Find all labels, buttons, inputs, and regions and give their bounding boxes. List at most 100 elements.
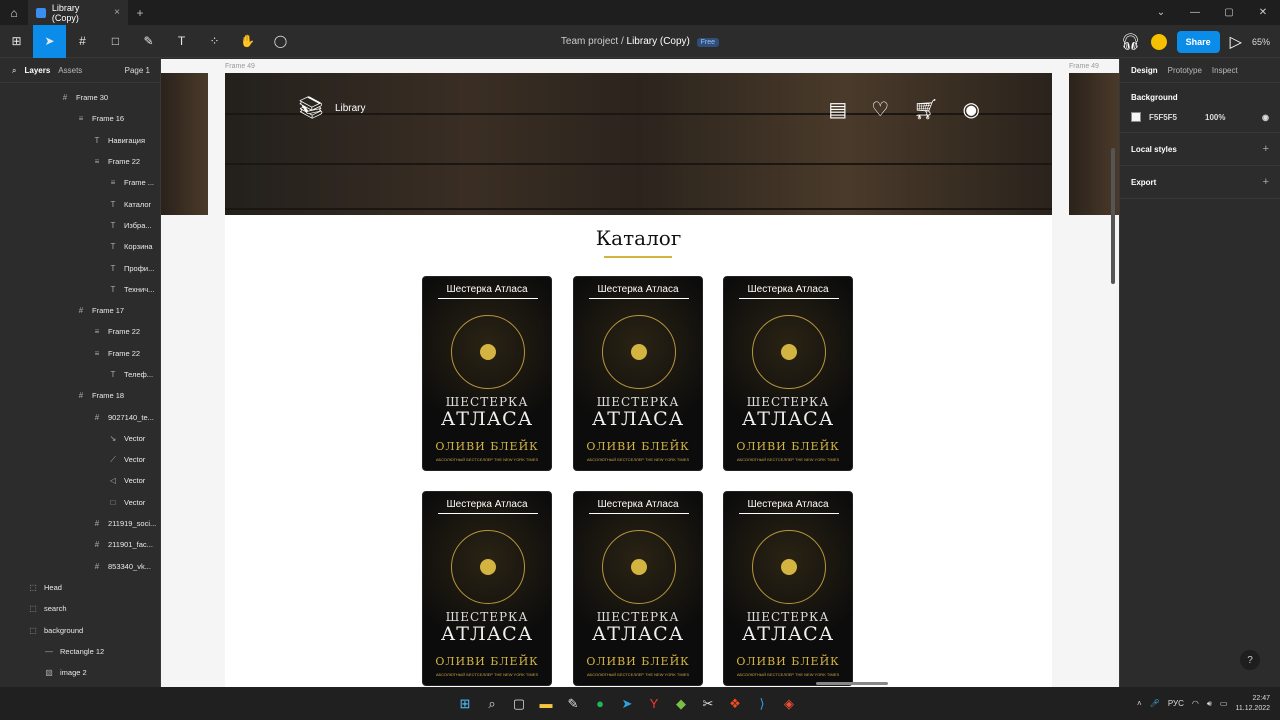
layer-row[interactable]: T Технич...: [0, 279, 160, 300]
layer-row[interactable]: T Профи...: [0, 257, 160, 278]
book-card[interactable]: Шестерка Атласа ШЕСТЕРКА АТЛАСА ОЛИВИ БЛЕЙК…: [573, 491, 703, 686]
tab-prototype[interactable]: Prototype: [1168, 66, 1202, 75]
bg-hex[interactable]: F5F5F5: [1149, 113, 1177, 122]
layer-row[interactable]: ≡ Frame 22: [0, 321, 160, 342]
bg-opacity[interactable]: 100%: [1205, 113, 1225, 122]
battery-icon[interactable]: ▭: [1220, 699, 1228, 708]
mic-icon[interactable]: 🎤︎: [1150, 699, 1160, 708]
hand-tool-icon[interactable]: ✋: [231, 25, 264, 58]
layer-row[interactable]: # Frame 30: [0, 87, 160, 108]
home-icon[interactable]: ⌂: [0, 0, 28, 25]
layer-row[interactable]: ≡ Frame 22: [0, 151, 160, 172]
breadcrumb-file[interactable]: Library (Copy): [627, 36, 690, 47]
canvas[interactable]: Frame 49 Frame 49 📚︎ Library ▤ ♡ 🛒︎ ◉ Ка…: [161, 59, 1119, 687]
tab-assets[interactable]: Assets: [58, 66, 82, 75]
telegram-icon[interactable]: ➤: [618, 696, 636, 712]
yandex-browser-icon[interactable]: Y: [645, 696, 663, 711]
app-icon[interactable]: ◆: [672, 696, 690, 712]
layer-row[interactable]: ⬚ background: [0, 619, 160, 640]
add-style-button[interactable]: +: [1263, 143, 1269, 155]
file-explorer-icon[interactable]: ▬: [537, 696, 555, 711]
layer-row[interactable]: T Телеф...: [0, 364, 160, 385]
tab-inspect[interactable]: Inspect: [1212, 66, 1238, 75]
resources-icon[interactable]: ⁘: [198, 25, 231, 58]
headphones-icon[interactable]: 🎧︎: [1120, 32, 1140, 52]
layer-row[interactable]: ≡ Frame 22: [0, 343, 160, 364]
layer-row[interactable]: ▧ image 2: [0, 662, 160, 683]
page-selector[interactable]: Page 1: [125, 66, 150, 75]
layer-row[interactable]: ≡ Frame ...: [0, 172, 160, 193]
layer-row[interactable]: # Frame 18: [0, 385, 160, 406]
layer-row[interactable]: #853340_vk...: [0, 556, 160, 577]
figma-icon[interactable]: ❖: [726, 696, 744, 712]
layer-row[interactable]: ↘ Vector: [0, 428, 160, 449]
layer-row[interactable]: □ Vector: [0, 492, 160, 513]
layer-row[interactable]: ◁ Vector: [0, 470, 160, 491]
adjacent-frame-left[interactable]: [161, 73, 208, 215]
cart-icon[interactable]: 🛒︎: [913, 97, 938, 122]
text-tool-icon[interactable]: T: [165, 25, 198, 58]
rectangle-tool-icon[interactable]: □: [99, 25, 132, 58]
chevron-up-icon[interactable]: ˄: [1137, 699, 1142, 708]
git-icon[interactable]: ◈: [780, 696, 798, 712]
volume-icon[interactable]: 🔊︎: [1207, 699, 1212, 709]
catalog-icon[interactable]: ▤: [828, 97, 847, 122]
layer-row[interactable]: # Frame 17: [0, 300, 160, 321]
breadcrumb-team[interactable]: Team project: [561, 36, 618, 47]
layer-row[interactable]: T Каталог: [0, 193, 160, 214]
frame-tool-icon[interactable]: #: [66, 25, 99, 58]
close-tab-icon[interactable]: ×: [114, 7, 120, 18]
close-window-button[interactable]: ✕: [1246, 7, 1280, 18]
tab-design[interactable]: Design: [1131, 66, 1158, 75]
layer-row[interactable]: #211919_soci...: [0, 513, 160, 534]
search-icon[interactable]: ⌕: [12, 66, 16, 76]
task-view-icon[interactable]: ▢: [510, 696, 528, 712]
wifi-icon[interactable]: ◠: [1192, 699, 1199, 708]
language-indicator[interactable]: РУС: [1168, 699, 1184, 708]
horizontal-scrollbar[interactable]: [816, 682, 888, 685]
vscode-icon[interactable]: ⟩: [753, 696, 771, 712]
paint-icon[interactable]: ✎: [564, 696, 582, 712]
search-icon[interactable]: ⌕: [483, 696, 501, 712]
move-tool-icon[interactable]: ➤: [33, 24, 66, 58]
pen-tool-icon[interactable]: ✎: [132, 25, 165, 58]
layer-row[interactable]: #211901_fac...: [0, 534, 160, 555]
vertical-scrollbar[interactable]: [1111, 148, 1115, 284]
maximize-button[interactable]: ▢: [1212, 7, 1246, 18]
zoom-level[interactable]: 65%: [1252, 37, 1270, 47]
windows-start-icon[interactable]: ⊞: [456, 696, 474, 712]
heart-icon[interactable]: ♡: [871, 97, 889, 122]
tab-layers[interactable]: Layers: [24, 66, 50, 75]
layer-row[interactable]: ⬚ Head: [0, 577, 160, 598]
book-card[interactable]: Шестерка Атласа ШЕСТЕРКА АТЛАСА ОЛИВИ БЛЕЙК…: [422, 491, 552, 686]
help-button[interactable]: ?: [1240, 650, 1260, 670]
share-button[interactable]: Share: [1176, 30, 1220, 53]
book-card[interactable]: Шестерка Атласа ШЕСТЕРКА АТЛАСА ОЛИВИ БЛЕЙК…: [723, 276, 853, 471]
book-card[interactable]: Шестерка Атласа ШЕСТЕРКА АТЛАСА ОЛИВИ БЛЕЙК…: [573, 276, 703, 471]
eye-icon[interactable]: ◉: [1262, 113, 1269, 122]
layer-row[interactable]: T Навигация: [0, 130, 160, 151]
profile-icon[interactable]: ◉: [963, 97, 980, 122]
clock[interactable]: 22:47 11.12.2022: [1235, 694, 1270, 714]
main-menu-icon[interactable]: ⊞: [0, 25, 33, 58]
layer-row[interactable]: T Корзина: [0, 236, 160, 257]
new-tab-button[interactable]: +: [128, 6, 152, 20]
layer-row[interactable]: T Избра...: [0, 215, 160, 236]
snipping-tool-icon[interactable]: ✂: [699, 696, 717, 712]
spotify-icon[interactable]: ●: [591, 696, 609, 711]
present-icon[interactable]: ▷: [1230, 32, 1242, 52]
minimize-button[interactable]: —: [1178, 7, 1212, 18]
layer-row[interactable]: — Rectangle 12: [0, 641, 160, 662]
comment-tool-icon[interactable]: ◯: [264, 25, 297, 58]
add-export-button[interactable]: +: [1263, 176, 1269, 188]
color-swatch[interactable]: [1131, 112, 1141, 122]
logo[interactable]: 📚︎ Library: [297, 95, 366, 121]
chevron-down-icon[interactable]: ⌄: [1144, 7, 1178, 18]
layer-row[interactable]: #9027140_te...: [0, 406, 160, 427]
layer-row[interactable]: ≡ Frame 16: [0, 108, 160, 129]
avatar[interactable]: [1150, 33, 1167, 50]
layer-row[interactable]: ⬚ search: [0, 598, 160, 619]
layer-row[interactable]: ⟋ Vector: [0, 449, 160, 470]
book-card[interactable]: Шестерка Атласа ШЕСТЕРКА АТЛАСА ОЛИВИ БЛЕЙК…: [723, 491, 853, 686]
book-card[interactable]: Шестерка Атласа ШЕСТЕРКА АТЛАСА ОЛИВИ БЛЕЙК…: [422, 276, 552, 471]
